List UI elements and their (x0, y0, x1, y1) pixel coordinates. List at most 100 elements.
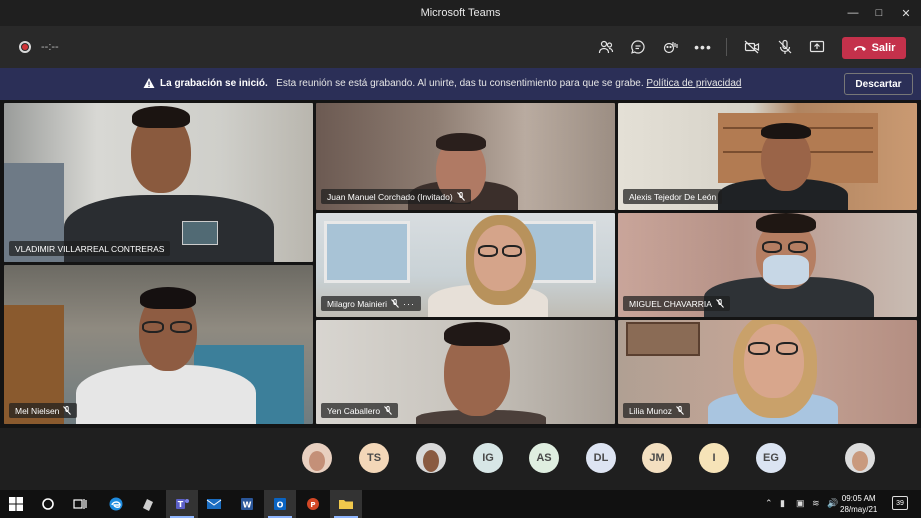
muted-icon (716, 299, 724, 308)
meeting-toolbar: --:-- ••• Salir (0, 26, 921, 68)
reactions-button[interactable] (659, 35, 683, 59)
teams-taskbar-button[interactable]: T (166, 490, 198, 518)
clock-date: 28/may/21 (840, 505, 878, 514)
outlook-button[interactable]: O (264, 490, 296, 518)
chat-button[interactable] (626, 35, 650, 59)
share-button[interactable] (805, 35, 829, 59)
video-tile-juan-manuel[interactable]: Juan Manuel Corchado (Invitado) (316, 103, 615, 210)
avatar-initials[interactable]: DL (586, 443, 616, 473)
window-background (324, 221, 410, 283)
search-button[interactable] (32, 490, 64, 518)
svg-text:P: P (310, 501, 315, 509)
video-tile-alexis[interactable]: Alexis Tejedor De León (618, 103, 917, 210)
video-tile-vladimir[interactable]: VLADIMIR VILLARREAL CONTRERAS (4, 103, 313, 262)
maximize-button[interactable]: □ (864, 0, 894, 26)
muted-icon (63, 406, 72, 415)
video-tile-yen[interactable]: Yen Caballero (316, 320, 615, 424)
battery-icon[interactable]: ▮ (780, 498, 785, 509)
avatar-initials[interactable]: EG (756, 443, 786, 473)
volume-icon[interactable]: 🔊 (827, 498, 838, 509)
window-title: Microsoft Teams (420, 7, 501, 19)
muted-icon (391, 299, 399, 308)
app-button[interactable] (132, 490, 164, 518)
more-options-button[interactable]: ••• (691, 35, 715, 59)
windows-logo-icon (9, 497, 23, 511)
file-explorer-button[interactable] (330, 490, 362, 518)
muted-icon (456, 192, 465, 201)
warning-icon (143, 78, 155, 88)
avatar-initials[interactable]: I (699, 443, 729, 473)
banner-text: La grabación se inició. Esta reunión se … (160, 78, 741, 89)
avatar-photo[interactable] (302, 443, 332, 473)
avatar-initials[interactable]: TS (359, 443, 389, 473)
more-icon: ••• (694, 39, 712, 55)
powerpoint-icon: P (307, 498, 319, 510)
edge-icon (109, 497, 123, 511)
powerpoint-button[interactable]: P (297, 490, 329, 518)
edge-button[interactable] (100, 490, 132, 518)
word-icon: W (241, 498, 253, 510)
svg-text:O: O (277, 501, 284, 510)
task-view-icon (73, 499, 87, 509)
svg-text:W: W (243, 501, 252, 510)
tile-more-icon[interactable]: ··· (403, 299, 415, 309)
system-clock[interactable]: 09:05 AM 28/may/21 (840, 493, 877, 515)
nameplate: VLADIMIR VILLARREAL CONTRERAS (9, 241, 171, 256)
nameplate: MIGUEL CHAVARRIA (623, 296, 730, 311)
recording-icon (19, 41, 31, 53)
folder-icon (339, 500, 353, 509)
app-icon (143, 499, 153, 511)
wifi-icon[interactable]: ≋ (812, 498, 820, 509)
avatar-photo[interactable] (416, 443, 446, 473)
participants-button[interactable] (594, 35, 618, 59)
video-stage: VLADIMIR VILLARREAL CONTRERAS Juan Manue… (0, 100, 921, 428)
task-view-button[interactable] (64, 490, 96, 518)
avatar-initials[interactable]: JM (642, 443, 672, 473)
notification-center-button[interactable]: 39 (892, 496, 908, 510)
nameplate: Mel Nielsen (9, 403, 78, 418)
search-icon (42, 498, 54, 510)
picture-frame (626, 322, 700, 356)
windows-taskbar: T W O P ⌃ ▮ ▣ ≋ 🔊 09:05 AM 28/may/21 39 (0, 490, 921, 518)
people-icon (598, 40, 614, 54)
chat-icon (631, 40, 645, 54)
privacy-policy-link[interactable]: Política de privacidad (646, 78, 741, 89)
nameplate: Juan Manuel Corchado (Invitado) (321, 189, 471, 204)
security-icon[interactable]: ▣ (796, 498, 805, 509)
outlook-icon: O (274, 498, 286, 510)
avatar-initials[interactable]: AS (529, 443, 559, 473)
toolbar-divider (726, 38, 727, 56)
face-mask (763, 255, 809, 285)
video-tile-milagro[interactable]: Milagro Mainieri ··· (316, 213, 615, 317)
leave-button[interactable]: Salir (842, 37, 906, 59)
muted-icon (384, 406, 392, 415)
clock-time: 09:05 AM (841, 494, 876, 503)
avatar-initials[interactable]: IG (473, 443, 503, 473)
mail-app-icon (206, 499, 222, 509)
chevron-up-icon[interactable]: ⌃ (765, 498, 773, 509)
shirt-logo (182, 221, 218, 245)
share-screen-icon (809, 40, 825, 53)
self-view-avatar[interactable] (845, 443, 875, 473)
nameplate: Yen Caballero (321, 403, 399, 418)
teams-icon: T (176, 499, 189, 509)
banner-message: Esta reunión se está grabando. Al unirte… (276, 78, 644, 89)
outlook-web-button[interactable] (198, 490, 230, 518)
video-tile-miguel[interactable]: MIGUEL CHAVARRIA (618, 213, 917, 317)
start-button[interactable] (0, 490, 32, 518)
phone-hangup-icon (853, 46, 866, 51)
microphone-button[interactable] (773, 35, 797, 59)
dismiss-button[interactable]: Descartar (844, 73, 913, 95)
video-tile-mel[interactable]: Mel Nielsen (4, 265, 313, 424)
video-tile-lilia[interactable]: Lilia Munoz (618, 320, 917, 424)
leave-label: Salir (871, 42, 896, 54)
close-button[interactable]: ✕ (891, 0, 921, 26)
microphone-off-icon (778, 39, 792, 54)
camera-off-icon (744, 40, 760, 54)
participant-tray: TS IG AS DL JM I EG (0, 428, 921, 490)
svg-text:T: T (178, 500, 184, 509)
notification-count: 39 (896, 499, 904, 507)
word-button[interactable]: W (231, 490, 263, 518)
nameplate: Milagro Mainieri ··· (321, 296, 421, 311)
camera-button[interactable] (740, 35, 764, 59)
